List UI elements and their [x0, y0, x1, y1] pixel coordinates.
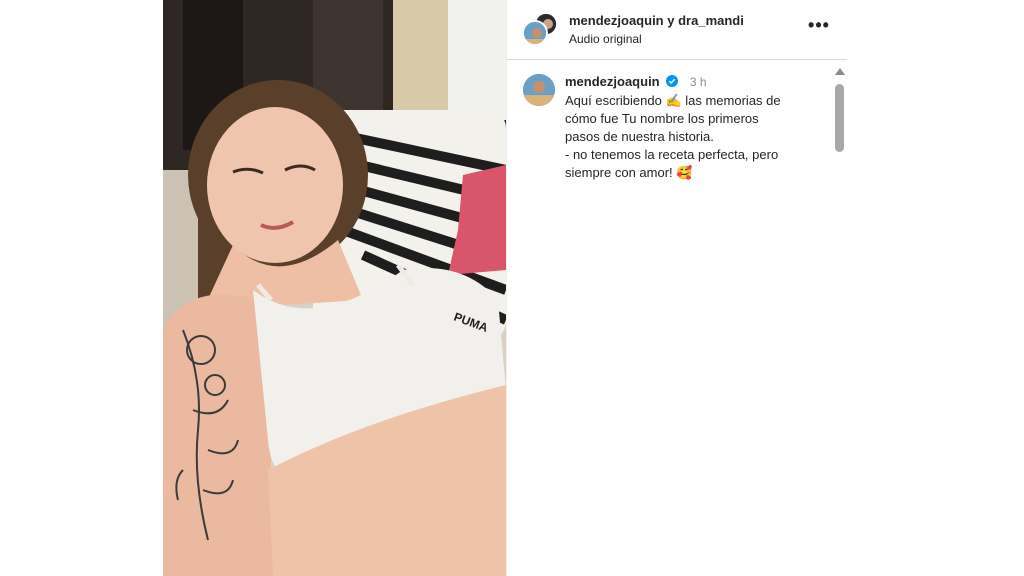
- more-horizontal-icon: •••: [808, 15, 830, 35]
- caption-line: cómo fue Tu nombre los primeros: [565, 111, 759, 126]
- photo-illustration: PUMA: [163, 0, 506, 576]
- avatar-mendezjoaquin[interactable]: [522, 20, 548, 46]
- audio-link[interactable]: Audio original: [569, 32, 642, 46]
- post-header: mendezjoaquin y dra_mandi Audio original…: [507, 0, 847, 60]
- authors-connector: y: [667, 13, 675, 28]
- caption-line: - no tenemos la receta perfecta, pero: [565, 147, 779, 162]
- caption-text: Aquí escribiendo ✍️ las memorias de cómo…: [565, 92, 810, 182]
- post-side-panel: mendezjoaquin y dra_mandi Audio original…: [506, 0, 848, 576]
- collab-avatars[interactable]: [522, 12, 558, 48]
- caption-timestamp[interactable]: 3 h: [690, 75, 707, 89]
- author-link-mendezjoaquin[interactable]: mendezjoaquin: [569, 13, 664, 28]
- post-authors: mendezjoaquin y dra_mandi: [569, 13, 744, 28]
- comments-scrollbar[interactable]: [832, 64, 848, 194]
- caption-username[interactable]: mendezjoaquin: [565, 74, 660, 89]
- caption-line: Aquí escribiendo ✍️ las memorias de: [565, 93, 781, 108]
- post-photo[interactable]: PUMA: [163, 0, 506, 576]
- scroll-thumb[interactable]: [835, 84, 844, 152]
- caption-header: mendezjoaquin 3 h: [565, 74, 813, 90]
- author-link-dra-mandi[interactable]: dra_mandi: [678, 13, 744, 28]
- scroll-up-arrow-icon[interactable]: [835, 68, 845, 75]
- more-options-button[interactable]: •••: [807, 15, 831, 38]
- caption-line: siempre con amor! 🥰: [565, 165, 693, 180]
- caption-line: pasos de nuestra historia.: [565, 129, 714, 144]
- caption-avatar[interactable]: [523, 74, 555, 106]
- caption-body: mendezjoaquin 3 h Aquí escribiendo ✍️ la…: [565, 74, 813, 182]
- verified-badge-icon: [666, 75, 679, 87]
